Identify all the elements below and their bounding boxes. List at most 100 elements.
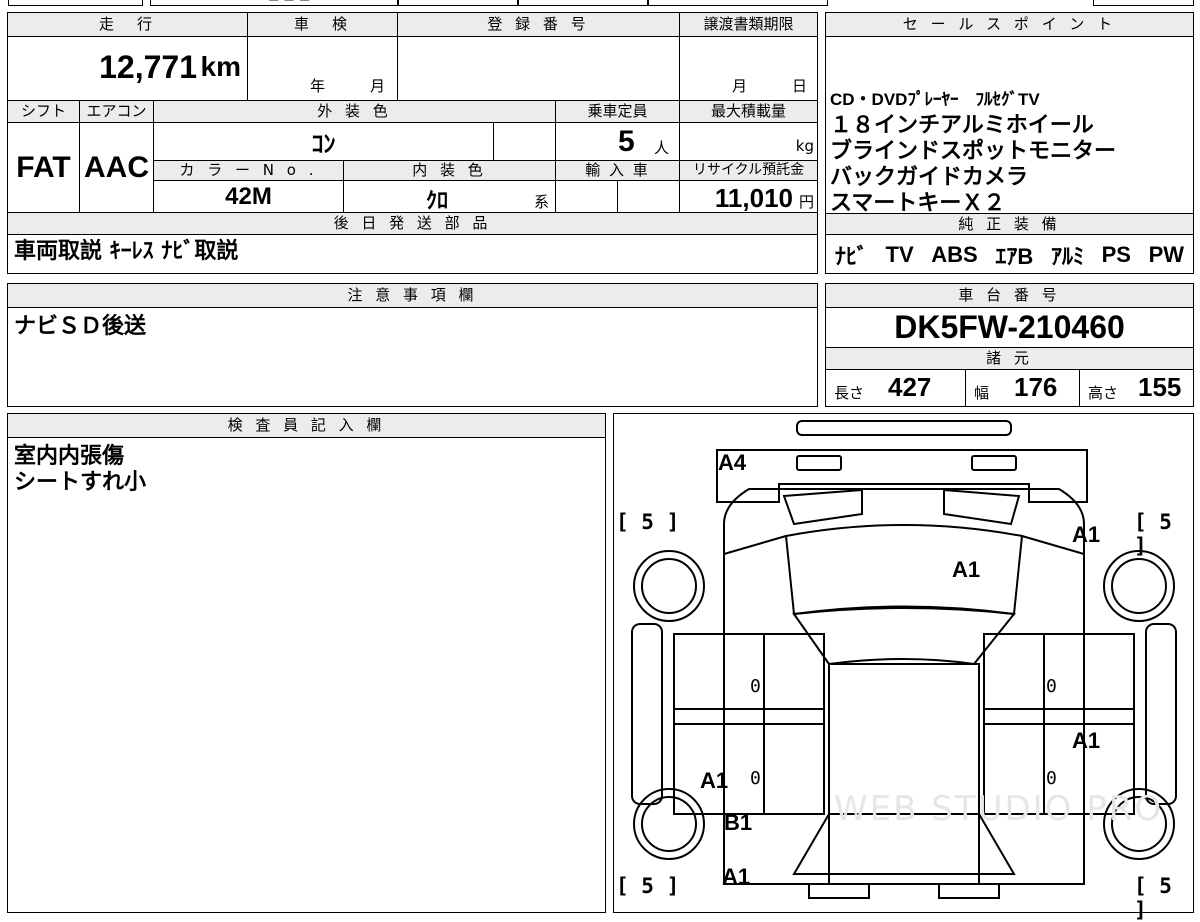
sales-point-line: １８インチアルミホイール [830,113,1094,138]
tire-left-front: [ 5 ] [616,874,680,898]
wheel-right-rear-inner [1111,558,1167,614]
interior-color-value: ｸﾛ [426,188,449,213]
aircon-value: AAC [84,150,149,184]
door-zero-right-front: 0 [1046,768,1057,789]
mark-b1-left-front-fender: B1 [724,810,753,835]
left-side-strip [631,623,663,805]
mileage-header: 走 行 [8,13,248,37]
mark-a4-rear-bumper: A4 [718,450,747,475]
notes-header: 注 意 事 項 欄 [8,284,817,308]
capacity-value: 5 [618,125,635,158]
sales-point-line: バックガイドカメラ [830,165,1029,190]
mark-a1-right-front-fender: A1 [1072,522,1101,547]
sales-point-line: CD・DVDﾌﾟﾚｰﾔｰ ﾌﾙｾｸﾞTV [830,90,1040,109]
import-cell-a [556,181,618,213]
exterior-color-value: ｺﾝ [311,131,336,158]
length-cell: 長さ 427 [826,370,966,406]
recycle-value: 11,010 [714,183,793,213]
max-load-unit: kg [795,137,814,155]
mark-a1-roof: A1 [952,557,981,582]
recycle-cell: 11,010 円 [680,181,817,213]
roof-shape [792,607,1016,666]
left-rear-door [673,633,825,725]
chassis-header: 車 台 番 号 [826,284,1193,308]
shift-cell: FAT [8,123,80,213]
exterior-color-header: 外 装 色 [154,101,556,123]
inspector-line: 室内内張傷 [14,444,125,469]
rear-bumper-shape [716,449,1088,503]
tire-right-front: [ 5 ] [1134,874,1172,922]
chassis-panel: 車 台 番 号 DK5FW-210460 諸 元 長さ 427 幅 176 高さ… [825,283,1194,407]
height-cell: 高さ 155 [1080,370,1193,406]
exterior-color-extra-cell [494,123,556,161]
aircon-header: エアコン [80,101,154,123]
capacity-unit: 人 [654,139,670,157]
door-zero-left-front: 0 [750,768,761,789]
later-parts-cell: 車両取説 ｷｰﾚｽ ﾅﾋﾞ取説 [14,239,814,271]
wheel-left-front-inner [641,796,697,852]
length-value: 427 [888,372,932,402]
transfer-month-unit: 月 [732,77,748,95]
right-side-strip [1145,623,1177,805]
sales-points-list: CD・DVDﾌﾟﾚｰﾔｰ ﾌﾙｾｸﾞTV １８インチアルミホイール ブラインドス… [830,87,1192,217]
door-zero-left-rear: 0 [750,676,761,697]
inspection-header: 車 検 [248,13,398,37]
front-grille-right [938,883,1000,899]
mileage-unit: km [200,51,241,82]
width-cell: 幅 176 [966,370,1080,406]
left-front-door [673,723,825,815]
mark-a1-left-front-door: A1 [700,768,729,793]
spec-header: 諸 元 [826,348,1193,370]
later-parts-value: 車両取説 ｷｰﾚｽ ﾅﾋﾞ取説 [14,239,239,264]
top-partial-text: ■ ■ ■ [268,0,310,2]
summary-table: 走 行 車 検 登 録 番 号 譲渡書類期限 12,771 km 年 月 月 日… [7,12,818,274]
inspection-month-unit: 月 [370,77,386,95]
length-label: 長さ [834,384,865,402]
wheel-left-front [633,788,705,860]
rear-lamp-right [943,488,1021,526]
wheel-right-rear [1103,550,1175,622]
rear-plate-left [796,455,842,471]
transfer-deadline-header: 譲渡書類期限 [680,13,817,37]
width-value: 176 [1014,372,1058,402]
car-diagram-panel: WEB STUDIO PRO A4 A1 A1 A1 A1 B1 A1 [ 5 … [613,413,1194,922]
equipment-item: TV [885,242,914,267]
sales-points-header: セ ー ル ス ポ イ ン ト [826,13,1193,37]
sales-point-line: ブラインドスポットモニター [830,139,1117,164]
inspector-line: シートすれ小 [14,470,147,495]
rear-handle-shape [796,420,1012,436]
equipment-item: ｱﾙﾐ [1050,244,1084,269]
tire-left-rear: [ 5 ] [616,510,680,534]
rear-windshield [784,524,1024,616]
right-rear-door [983,633,1135,725]
sales-points-panel: セ ー ル ス ポ イ ン ト CD・DVDﾌﾟﾚｰﾔｰ ﾌﾙｾｸﾞTV １８イ… [825,12,1194,274]
equipment-item: ｴｱB [995,244,1034,269]
registration-header: 登 録 番 号 [398,13,680,37]
equipment-item: ABS [931,242,978,267]
import-cell-b [618,181,680,213]
interior-color-cell: ｸﾛ 系 [344,181,556,213]
mileage-value: 12,771 [99,49,197,85]
capacity-header: 乗車定員 [556,101,680,123]
inspector-notes: 室内内張傷 シートすれ小 [14,444,146,496]
transfer-day-unit: 日 [792,77,808,95]
aircon-cell: AAC [80,123,154,213]
equipment-item: PS [1101,242,1131,267]
rear-lamp-left [782,488,863,526]
notes-panel: 注 意 事 項 欄 ナビＳＤ後送 [7,283,818,407]
mark-a1-right-rear-door: A1 [1072,728,1101,753]
chassis-number: DK5FW-210460 [894,309,1125,345]
notes-text: ナビＳＤ後送 [14,314,147,339]
front-grille [808,883,870,899]
inspector-header: 検 査 員 記 入 欄 [8,414,605,438]
rear-plate-right [971,455,1017,471]
equipment-item: PW [1148,242,1185,267]
capacity-cell: 5 人 [556,123,680,161]
max-load-header: 最大積載量 [680,101,817,123]
color-no-value: 42M [225,182,272,210]
height-label: 高さ [1088,384,1119,402]
chassis-number-cell: DK5FW-210460 [826,308,1193,348]
recycle-header: リサイクル預託金 [680,161,817,181]
equipment-item: ﾅﾋﾞ [834,244,868,269]
top-strip: ■ ■ ■ [8,0,1194,6]
